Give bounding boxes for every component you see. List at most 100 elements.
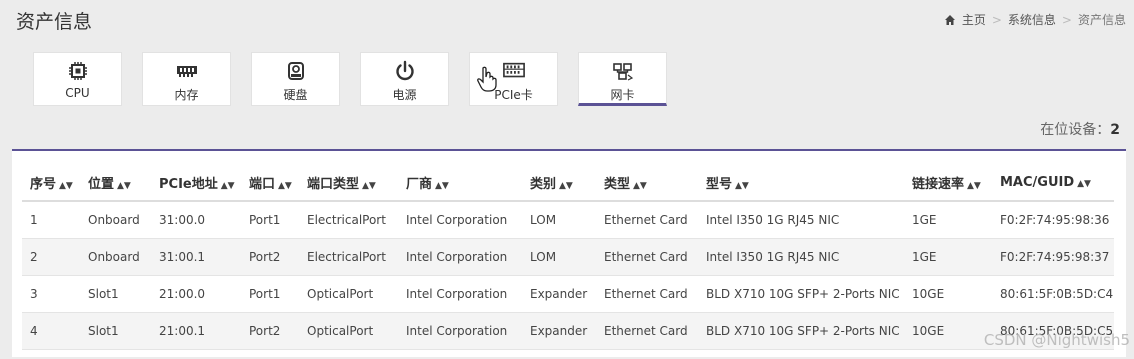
col-header-pcie-address[interactable]: PCIe地址 ▲▼ — [151, 164, 241, 202]
cell-pcie-address: 31:00.1 — [151, 238, 241, 276]
cell-model: BLD X710 10G SFP+ 2-Ports NIC — [698, 312, 904, 350]
breadcrumb-separator: > — [1061, 12, 1072, 27]
table-row: 1 Onboard 31:00.0 Port1 ElectricalPort I… — [22, 201, 1114, 239]
breadcrumb-separator: > — [991, 12, 1002, 27]
tab-cpu[interactable]: CPU — [33, 52, 122, 106]
tab-label: 内存 — [174, 88, 199, 102]
breadcrumb-home[interactable]: 主页 — [962, 11, 986, 28]
tab-power[interactable]: 电源 — [360, 52, 449, 106]
tab-label: CPU — [65, 86, 90, 100]
sort-icon: ▲▼ — [967, 180, 981, 191]
col-header-category[interactable]: 类别 ▲▼ — [522, 164, 596, 202]
tab-network-card[interactable]: 网卡 — [578, 52, 667, 106]
cell-type: Ethernet Card — [596, 275, 698, 313]
cell-port: Port1 — [241, 201, 299, 239]
cell-mac-guid: F0:2F:74:95:98:37 — [992, 238, 1114, 276]
asset-tabs: CPU 内存 硬盘 电源 PCIe卡 网卡 — [33, 52, 667, 106]
col-header-vendor[interactable]: 厂商 ▲▼ — [398, 164, 522, 202]
cell-port-type: ElectricalPort — [299, 201, 398, 239]
cell-type: Ethernet Card — [596, 201, 698, 239]
page-title: 资产信息 — [16, 11, 93, 33]
tab-label: PCIe卡 — [494, 88, 533, 102]
cell-port-type: OpticalPort — [299, 275, 398, 313]
cell-mac-guid: F0:2F:74:95:98:36 — [992, 201, 1114, 239]
col-header-port[interactable]: 端口 ▲▼ — [241, 164, 299, 202]
cell-location: Onboard — [80, 238, 151, 276]
watermark: CSDN @Nightwish5 — [983, 331, 1130, 349]
cell-location: Slot1 — [80, 275, 151, 313]
tab-label: 网卡 — [610, 88, 635, 102]
sort-icon: ▲▼ — [59, 180, 73, 191]
breadcrumb-section[interactable]: 系统信息 — [1008, 11, 1056, 28]
hand-cursor-icon — [477, 66, 497, 92]
table-row: 3 Slot1 21:00.0 Port1 OpticalPort Intel … — [22, 275, 1114, 313]
sort-icon: ▲▼ — [735, 180, 749, 191]
table-row: 4 Slot1 21:00.1 Port2 OpticalPort Intel … — [22, 312, 1114, 350]
tab-memory[interactable]: 内存 — [142, 52, 231, 106]
col-header-location[interactable]: 位置 ▲▼ — [80, 164, 151, 202]
cell-category: Expander — [522, 275, 596, 313]
sort-icon: ▲▼ — [1077, 178, 1091, 189]
cell-port: Port2 — [241, 238, 299, 276]
memory-icon — [176, 60, 198, 82]
cell-index: 1 — [22, 201, 80, 239]
sort-icon: ▲▼ — [559, 180, 573, 191]
present-device-count: 在位设备：2 — [1040, 119, 1120, 139]
sort-icon: ▲▼ — [362, 180, 376, 191]
cell-type: Ethernet Card — [596, 312, 698, 350]
cell-location: Slot1 — [80, 312, 151, 350]
table-header-row: 序号 ▲▼ 位置 ▲▼ PCIe地址 ▲▼ 端口 ▲▼ 端口类型 ▲▼ 厂商 ▲▼ 类别 ▲▼… — [22, 164, 1114, 202]
cell-index: 4 — [22, 312, 80, 350]
cell-category: LOM — [522, 238, 596, 276]
tab-label: 电源 — [392, 88, 417, 102]
sort-icon: ▲▼ — [278, 180, 292, 191]
cell-mac-guid: 80:61:5F:0B:5D:C4 — [992, 275, 1114, 313]
nic-table: 序号 ▲▼ 位置 ▲▼ PCIe地址 ▲▼ 端口 ▲▼ 端口类型 ▲▼ 厂商 ▲▼ 类别 ▲▼… — [22, 164, 1114, 350]
tab-label: 硬盘 — [283, 88, 308, 102]
cell-category: LOM — [522, 201, 596, 239]
col-header-mac-guid[interactable]: MAC/GUID ▲▼ — [992, 164, 1114, 202]
pcie-icon — [502, 60, 525, 82]
sort-icon: ▲▼ — [220, 180, 235, 191]
cell-vendor: Intel Corporation — [398, 312, 522, 350]
count-label: 在位设备： — [1040, 122, 1111, 138]
cell-type: Ethernet Card — [596, 238, 698, 276]
power-icon — [394, 60, 416, 82]
table-row: 2 Onboard 31:00.1 Port2 ElectricalPort I… — [22, 238, 1114, 276]
cpu-icon — [67, 60, 89, 82]
cell-port: Port2 — [241, 312, 299, 350]
cell-model: BLD X710 10G SFP+ 2-Ports NIC — [698, 275, 904, 313]
cell-link-speed: 10GE — [904, 275, 992, 313]
nic-table-panel: 序号 ▲▼ 位置 ▲▼ PCIe地址 ▲▼ 端口 ▲▼ 端口类型 ▲▼ 厂商 ▲▼ 类别 ▲▼… — [12, 149, 1126, 357]
cell-link-speed: 1GE — [904, 201, 992, 239]
col-header-type[interactable]: 类型 ▲▼ — [596, 164, 698, 202]
breadcrumb: 主页 > 系统信息 > 资产信息 — [944, 11, 1126, 28]
cell-vendor: Intel Corporation — [398, 238, 522, 276]
breadcrumb-current: 资产信息 — [1077, 13, 1126, 27]
col-header-model[interactable]: 型号 ▲▼ — [698, 164, 904, 202]
cell-pcie-address: 31:00.0 — [151, 201, 241, 239]
cell-port-type: ElectricalPort — [299, 238, 398, 276]
cell-model: Intel I350 1G RJ45 NIC — [698, 238, 904, 276]
home-icon — [944, 14, 955, 25]
cell-link-speed: 10GE — [904, 312, 992, 350]
tab-disk[interactable]: 硬盘 — [251, 52, 340, 106]
cell-port: Port1 — [241, 275, 299, 313]
disk-icon — [285, 60, 307, 82]
cell-vendor: Intel Corporation — [398, 275, 522, 313]
col-header-port-type[interactable]: 端口类型 ▲▼ — [299, 164, 398, 202]
sort-icon: ▲▼ — [117, 180, 131, 191]
cell-location: Onboard — [80, 201, 151, 239]
count-value: 2 — [1110, 122, 1120, 138]
cell-port-type: OpticalPort — [299, 312, 398, 350]
cell-index: 2 — [22, 238, 80, 276]
col-header-index[interactable]: 序号 ▲▼ — [22, 164, 80, 202]
sort-icon: ▲▼ — [633, 180, 647, 191]
cell-model: Intel I350 1G RJ45 NIC — [698, 201, 904, 239]
cell-pcie-address: 21:00.0 — [151, 275, 241, 313]
cell-index: 3 — [22, 275, 80, 313]
sort-icon: ▲▼ — [435, 180, 449, 191]
cell-pcie-address: 21:00.1 — [151, 312, 241, 350]
network-card-icon — [612, 60, 634, 82]
col-header-link-speed[interactable]: 链接速率 ▲▼ — [904, 164, 992, 202]
